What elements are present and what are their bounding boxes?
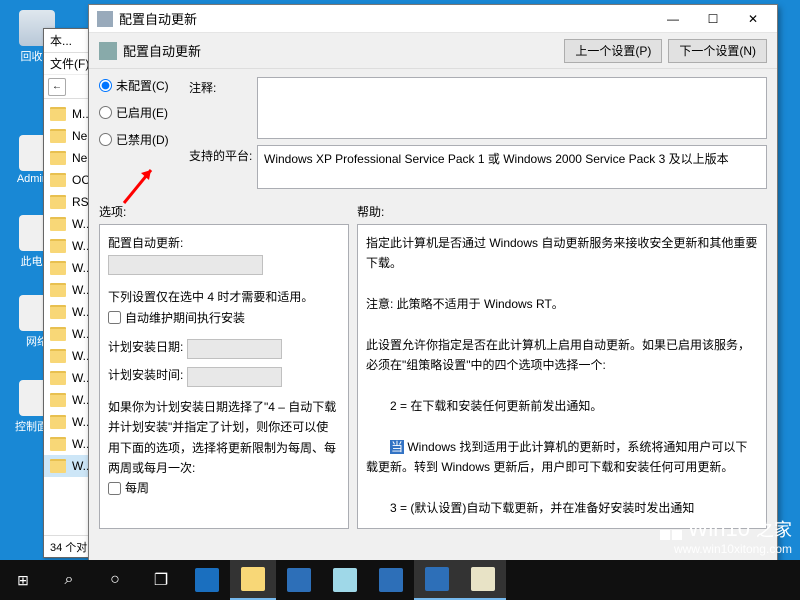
store-icon[interactable] [276, 560, 322, 600]
config-row: 未配置(C) 已启用(E) 已禁用(D) 注释: 支持的平台: Windows … [89, 69, 777, 199]
folder-icon [50, 283, 66, 297]
policy-icon [99, 42, 117, 60]
help-p3: 此设置允许你指定是否在此计算机上启用自动更新。如果已启用该服务，必须在"组策略设… [366, 335, 758, 376]
help-label: 帮助: [357, 203, 767, 220]
help-p5: 当 Windows 找到适用于此计算机的更新时，系统将通知用户可以下载更新。转到… [366, 437, 758, 478]
folder-icon [50, 437, 66, 451]
radio-group: 未配置(C) 已启用(E) 已禁用(D) [99, 77, 189, 195]
watermark: Win10之家 www.win10xitong.com [660, 516, 792, 556]
search-button[interactable]: ⌕ [46, 560, 92, 600]
opt-l2: 下列设置仅在选中 4 时才需要和适用。 [108, 287, 340, 307]
config-dropdown[interactable] [108, 255, 263, 275]
folder-label: RS [72, 195, 89, 209]
folder-icon [50, 349, 66, 363]
edge-icon[interactable] [184, 560, 230, 600]
notepad-icon[interactable] [460, 560, 506, 600]
app-icon [97, 11, 113, 27]
folder-icon [50, 261, 66, 275]
folder-icon [50, 393, 66, 407]
folder-icon [50, 327, 66, 341]
folder-icon [50, 195, 66, 209]
folder-icon [50, 173, 66, 187]
prev-setting-button[interactable]: 上一个设置(P) [564, 39, 662, 63]
opt-l5: 如果你为计划安装日期选择了"4 – 自动下载并计划安装"并指定了计划，则你还可以… [108, 397, 340, 479]
app2-icon[interactable] [414, 560, 460, 600]
titlebar[interactable]: 配置自动更新 — ☐ ✕ [89, 5, 777, 33]
comment-input[interactable] [257, 77, 767, 139]
radio-enabled[interactable]: 已启用(E) [99, 104, 189, 121]
help-p4: 2 = 在下载和安装任何更新前发出通知。 [366, 396, 758, 416]
radio-disabled[interactable]: 已禁用(D) [99, 131, 189, 148]
date-dropdown[interactable] [187, 339, 282, 359]
folder-icon [50, 459, 66, 473]
chk-weekly[interactable]: 每周 [108, 478, 149, 498]
folder-icon [50, 151, 66, 165]
opt-l4: 计划安装时间: [108, 368, 183, 382]
mail-icon[interactable] [368, 560, 414, 600]
folder-icon [50, 415, 66, 429]
platform-value: Windows XP Professional Service Pack 1 或… [257, 145, 767, 189]
gpedit-dialog: 配置自动更新 — ☐ ✕ 配置自动更新 上一个设置(P) 下一个设置(N) 未配… [88, 4, 778, 564]
folder-icon [50, 217, 66, 231]
radio-not-configured[interactable]: 未配置(C) [99, 77, 189, 94]
next-setting-button[interactable]: 下一个设置(N) [668, 39, 767, 63]
folder-icon [50, 129, 66, 143]
app1-icon[interactable] [322, 560, 368, 600]
subtitle: 配置自动更新 [123, 41, 201, 60]
close-button[interactable]: ✕ [733, 7, 773, 31]
help-p1: 指定此计算机是否通过 Windows 自动更新服务来接收安全更新和其他重要下载。 [366, 233, 758, 274]
title-text: 配置自动更新 [119, 9, 197, 28]
options-label: 选项: [99, 203, 349, 220]
chk-maintenance[interactable]: 自动维护期间执行安装 [108, 308, 245, 328]
taskbar[interactable]: ⊞ ⌕ ○ ❐ [0, 560, 800, 600]
platform-label: 支持的平台: [189, 145, 257, 189]
start-button[interactable]: ⊞ [0, 560, 46, 600]
taskview-button[interactable]: ❐ [138, 560, 184, 600]
folder-icon [50, 371, 66, 385]
help-p2: 注意: 此策略不适用于 Windows RT。 [366, 294, 758, 314]
help-pane[interactable]: 指定此计算机是否通过 Windows 自动更新服务来接收安全更新和其他重要下载。… [357, 224, 767, 529]
opt-l1: 配置自动更新: [108, 233, 340, 253]
folder-icon [50, 107, 66, 121]
folder-icon [50, 239, 66, 253]
maximize-button[interactable]: ☐ [693, 7, 733, 31]
back-icon[interactable]: ← [48, 78, 66, 96]
opt-l3: 计划安装日期: [108, 340, 183, 354]
cortana-button[interactable]: ○ [92, 560, 138, 600]
comment-label: 注释: [189, 77, 257, 139]
minimize-button[interactable]: — [653, 7, 693, 31]
time-dropdown[interactable] [187, 367, 282, 387]
options-pane[interactable]: 配置自动更新: 下列设置仅在选中 4 时才需要和适用。 自动维护期间执行安装 计… [99, 224, 349, 529]
explorer-icon[interactable] [230, 560, 276, 600]
dialog-header: 配置自动更新 上一个设置(P) 下一个设置(N) [89, 33, 777, 69]
folder-icon [50, 305, 66, 319]
